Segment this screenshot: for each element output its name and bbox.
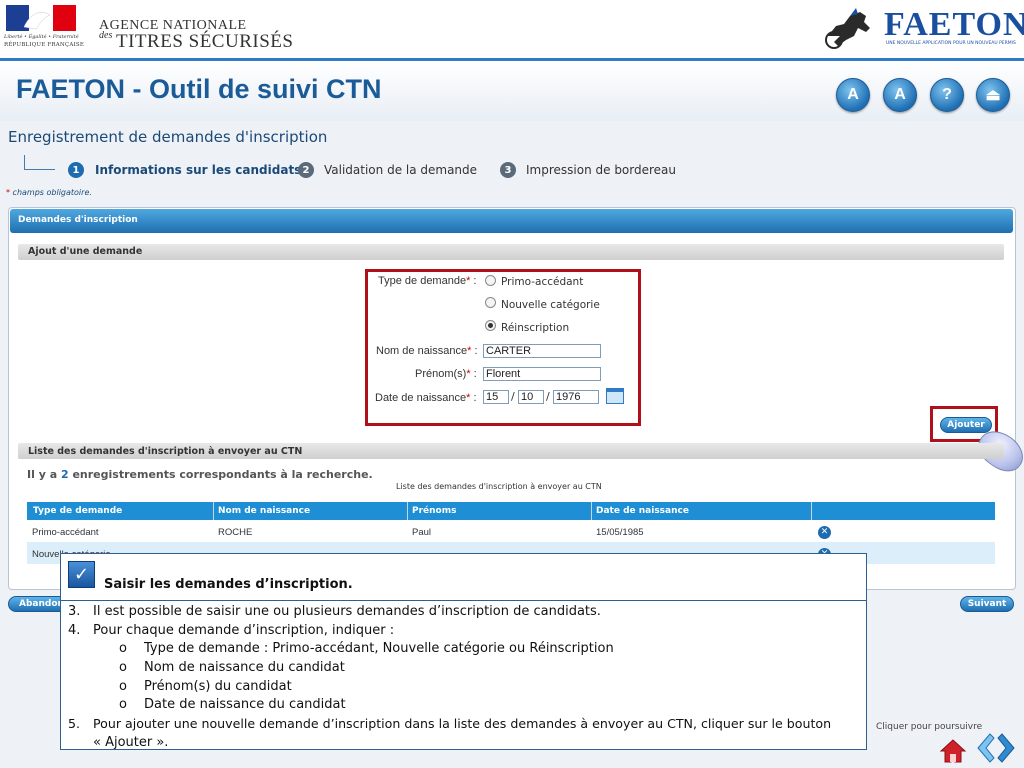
required-fields-note: * champs obligatoire. [6,188,92,197]
subitem-text: Nom de naissance du candidat [144,660,345,675]
count-value: 2 [60,468,69,481]
table-row [27,520,995,542]
callout-subitem: o Date de naissance du candidat [119,697,346,712]
step-3-label: Impression de bordereau [526,163,677,177]
step-1-label: Informations sur les candidats [95,163,302,177]
checkmark-icon: ✓ [68,561,95,588]
rf-motto: Liberté • Égalité • Fraternité [4,34,79,40]
result-count: Il y a 2 enregistrements correspondants … [27,468,373,481]
item-number: 5. [68,716,81,731]
form-highlight-box [365,269,641,426]
logout-glyph: ⏏ [985,87,1001,104]
home-icon[interactable] [939,738,967,764]
step-2-label: Validation de la demande [324,163,478,177]
continue-hint: Cliquer pour poursuivre [876,722,983,732]
sub-bullet: o [119,697,127,712]
sub-bullet: o [119,660,127,675]
row1-type: Primo-accédant [32,527,99,538]
horse-chariot-logo-icon [825,8,870,49]
item-number: 3. [68,604,81,619]
delete-icon[interactable]: ✕ [818,526,831,539]
step-connector [24,155,55,170]
app-title: FAETON - Outil de suivi CTN [16,74,382,104]
callout-subitem: o Nom de naissance du candidat [119,660,345,675]
count-suffix: enregistrements correspondants à la rech… [72,468,373,481]
table-header [27,502,995,520]
callout-subitem: o Prénom(s) du candidat [119,679,292,694]
agency-name-line2: TITRES SÉCURISÉS [116,31,294,52]
row1-date: 15/05/1985 [596,527,644,538]
item-text: Pour chaque demande d’inscription, indiq… [93,623,395,638]
callout-subitem: o Type de demande : Primo-accédant, Nouve… [119,641,614,656]
count-prefix: Il y a [27,468,58,481]
table-caption: Liste des demandes d'inscription à envoy… [396,482,602,491]
logout-icon[interactable]: ⏏ [976,78,1010,112]
required-note-text: champs obligatoire. [12,188,92,197]
panel-header [10,209,1013,233]
faeton-logo-text: FAETON [884,6,1024,43]
list-section-title: Liste des demandes d'inscription à envoy… [28,446,303,457]
col-nom[interactable]: Nom de naissance [218,506,310,516]
form-section-title: Ajout d'une demande [28,246,143,257]
next-button[interactable]: Suivant [960,596,1014,612]
sub-bullet: o [119,679,127,694]
item-text: Il est possible de saisir une ou plusieu… [93,604,601,619]
faeton-tagline: UNE NOUVELLE APPLICATION POUR UN NOUVEAU… [886,41,1016,46]
agency-name-des: des [99,30,113,41]
text-decrease-glyph: A [847,86,859,103]
row1-prenom: Paul [412,527,432,538]
subitem-text: Prénom(s) du candidat [144,679,292,694]
help-glyph: ? [942,86,952,103]
subitem-text: Type de demande : Primo-accédant, Nouvel… [144,641,614,656]
text-decrease-icon[interactable]: A [836,78,870,112]
col-date[interactable]: Date de naissance [596,506,689,516]
row1-nom: ROCHE [218,527,253,538]
callout-item-continuation: « Ajouter ». [93,735,169,750]
step-1-number: 1 [68,162,84,178]
callout-item: 3. Il est possible de saisir une ou plusi… [68,604,601,619]
item-text: Pour ajouter une nouvelle demande d’insc… [93,716,832,731]
page-heading: Enregistrement de demandes d'inscription [8,128,328,146]
subitem-text: Date de naissance du candidat [144,697,346,712]
rf-name: RÉPUBLIQUE FRANÇAISE [4,42,85,48]
callout-item: 4. Pour chaque demande d’inscription, ind… [68,623,394,638]
form-section-header [18,244,1004,260]
abandon-button[interactable]: Abandon [8,596,68,612]
nav-arrows-icon[interactable] [976,730,1020,766]
marianne-flag-icon [6,5,76,31]
step-2-number: 2 [298,162,314,178]
text-increase-glyph: A [894,86,906,103]
panel-title: Demandes d'inscription [18,215,138,225]
text-increase-icon[interactable]: A [883,78,917,112]
item-number: 4. [68,623,81,638]
sub-bullet: o [119,641,127,656]
help-icon[interactable]: ? [930,78,964,112]
col-type[interactable]: Type de demande [33,506,122,516]
step-3-number: 3 [500,162,516,178]
callout-item: 5. Pour ajouter une nouvelle demande d’in… [68,716,831,731]
callout-title: Saisir les demandes d’inscription. [104,577,353,592]
col-prenoms[interactable]: Prénoms [412,506,456,516]
